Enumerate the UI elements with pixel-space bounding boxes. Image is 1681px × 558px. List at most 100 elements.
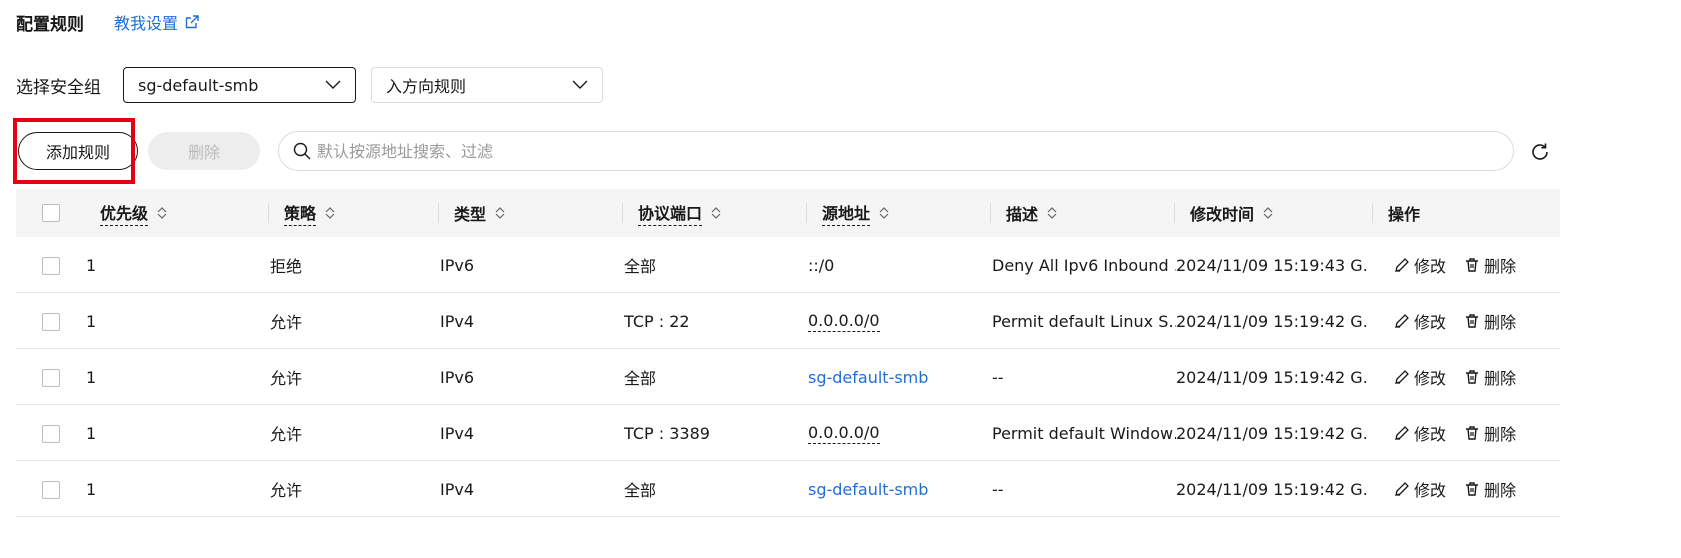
external-link-icon — [185, 15, 199, 29]
type-cell: IPv4 — [440, 311, 475, 331]
column-header[interactable]: 优先级 — [100, 189, 168, 237]
time-cell: 2024/11/09 15:19:43 G… — [1176, 255, 1366, 275]
sort-icon[interactable] — [878, 206, 890, 220]
delete-label: 删除 — [1484, 481, 1517, 500]
source-cell: sg-default-smb — [808, 461, 988, 517]
policy-cell: 允许 — [270, 425, 303, 444]
trash-icon — [1466, 482, 1479, 496]
actions-cell: 修改 删除 — [1394, 405, 1544, 461]
column-header-label: 协议端口 — [638, 200, 703, 226]
table-body: 1 拒绝 IPv6 全部::/0 Deny All Ipv6 Inbound … 2024… — [16, 237, 1560, 517]
description-cell: Permit default Window… — [992, 423, 1176, 443]
policy-cell: 允许 — [270, 369, 303, 388]
rule-direction-select[interactable]: 入方向规则 — [371, 67, 603, 103]
security-group-value: sg-default-smb — [138, 75, 259, 95]
edit-rule-button[interactable]: 修改 — [1394, 365, 1446, 389]
page-title: 配置规则 — [16, 14, 84, 35]
column-separator — [1372, 203, 1373, 223]
rules-table: 优先级 策略 类型 协议端口 源地址 描述 修改时间 操作 1 拒绝 IPv6 全部::/0 Deny… — [16, 189, 1560, 517]
help-link-label: 教我设置 — [114, 14, 179, 33]
delete-label: 删除 — [1484, 313, 1517, 332]
delete-rule-button[interactable]: 删除 — [1464, 253, 1516, 277]
select-all-checkbox[interactable] — [42, 204, 60, 222]
source-value[interactable]: sg-default-smb — [808, 480, 928, 499]
column-separator — [806, 203, 807, 223]
table-header: 优先级 策略 类型 协议端口 源地址 描述 修改时间 操作 — [16, 189, 1560, 237]
column-header[interactable]: 描述 — [1006, 189, 1058, 237]
search-box[interactable] — [278, 131, 1514, 171]
actions-cell: 修改 删除 — [1394, 461, 1544, 517]
edit-rule-button[interactable]: 修改 — [1394, 253, 1446, 277]
edit-rule-button[interactable]: 修改 — [1394, 309, 1446, 333]
sort-icon[interactable] — [1262, 206, 1274, 220]
description-cell: -- — [992, 479, 1004, 499]
column-header[interactable]: 类型 — [454, 189, 506, 237]
row-checkbox[interactable] — [42, 313, 60, 331]
trash-icon — [1466, 426, 1479, 440]
column-separator — [438, 203, 439, 223]
table-row: 1 拒绝 IPv6 全部::/0 Deny All Ipv6 Inbound … 2024… — [16, 237, 1560, 293]
add-rule-button[interactable]: 添加规则 — [18, 132, 138, 170]
trash-icon — [1466, 314, 1479, 328]
sort-icon[interactable] — [494, 206, 506, 220]
chevron-down-icon — [325, 80, 341, 89]
delete-label: 删除 — [1484, 257, 1517, 276]
column-header-label: 类型 — [454, 205, 487, 224]
refresh-icon[interactable] — [1528, 140, 1552, 164]
column-header-label: 操作 — [1388, 205, 1421, 224]
policy-cell: 允许 — [270, 481, 303, 500]
priority-cell: 1 — [86, 255, 97, 275]
port-cell: TCP : 3389 — [624, 423, 710, 443]
type-cell: IPv4 — [440, 423, 475, 443]
delete-rule-button[interactable]: 删除 — [1464, 309, 1516, 333]
pencil-icon — [1395, 370, 1409, 384]
row-checkbox[interactable] — [42, 425, 60, 443]
port-cell: 全部 — [624, 481, 657, 500]
sort-icon[interactable] — [156, 206, 168, 220]
edit-rule-button[interactable]: 修改 — [1394, 477, 1446, 501]
edit-label: 修改 — [1414, 257, 1447, 276]
row-checkbox[interactable] — [42, 369, 60, 387]
edit-rule-button[interactable]: 修改 — [1394, 421, 1446, 445]
column-separator — [268, 203, 269, 223]
rule-direction-value: 入方向规则 — [386, 77, 467, 96]
column-header[interactable]: 源地址 — [822, 189, 890, 237]
search-input[interactable] — [317, 141, 1467, 161]
delete-label: 删除 — [1484, 425, 1517, 444]
help-link[interactable]: 教我设置 — [114, 10, 200, 34]
security-group-select[interactable]: sg-default-smb — [123, 67, 356, 103]
column-header-label: 描述 — [1006, 205, 1039, 224]
time-cell: 2024/11/09 15:19:42 G… — [1176, 367, 1366, 387]
sort-icon[interactable] — [710, 206, 722, 220]
delete-rule-button[interactable]: 删除 — [1464, 477, 1516, 501]
sort-icon[interactable] — [324, 206, 336, 220]
delete-rule-button[interactable]: 删除 — [1464, 365, 1516, 389]
pencil-icon — [1395, 258, 1409, 272]
search-icon — [293, 142, 311, 160]
row-checkbox[interactable] — [42, 481, 60, 499]
column-header-label: 源地址 — [822, 200, 871, 226]
time-cell: 2024/11/09 15:19:42 G… — [1176, 311, 1366, 331]
source-value[interactable]: sg-default-smb — [808, 368, 928, 387]
trash-icon — [1466, 258, 1479, 272]
column-header[interactable]: 策略 — [284, 189, 336, 237]
column-header[interactable]: 协议端口 — [638, 189, 722, 237]
source-value[interactable]: 0.0.0.0/0 — [808, 311, 880, 332]
priority-cell: 1 — [86, 367, 97, 387]
type-cell: IPv4 — [440, 479, 475, 499]
sort-icon[interactable] — [1046, 206, 1058, 220]
type-cell: IPv6 — [440, 367, 475, 387]
actions-cell: 修改 删除 — [1394, 293, 1544, 349]
row-checkbox[interactable] — [42, 257, 60, 275]
delete-button[interactable]: 删除 — [148, 132, 260, 170]
page-header: 配置规则 教我设置 — [16, 8, 200, 36]
actions-cell: 修改 删除 — [1394, 349, 1544, 405]
column-separator — [1174, 203, 1175, 223]
edit-label: 修改 — [1414, 425, 1447, 444]
source-cell: sg-default-smb — [808, 349, 988, 405]
source-value[interactable]: 0.0.0.0/0 — [808, 423, 880, 444]
column-header[interactable]: 修改时间 — [1190, 189, 1274, 237]
delete-rule-button[interactable]: 删除 — [1464, 421, 1516, 445]
type-cell: IPv6 — [440, 255, 475, 275]
delete-label: 删除 — [1484, 369, 1517, 388]
